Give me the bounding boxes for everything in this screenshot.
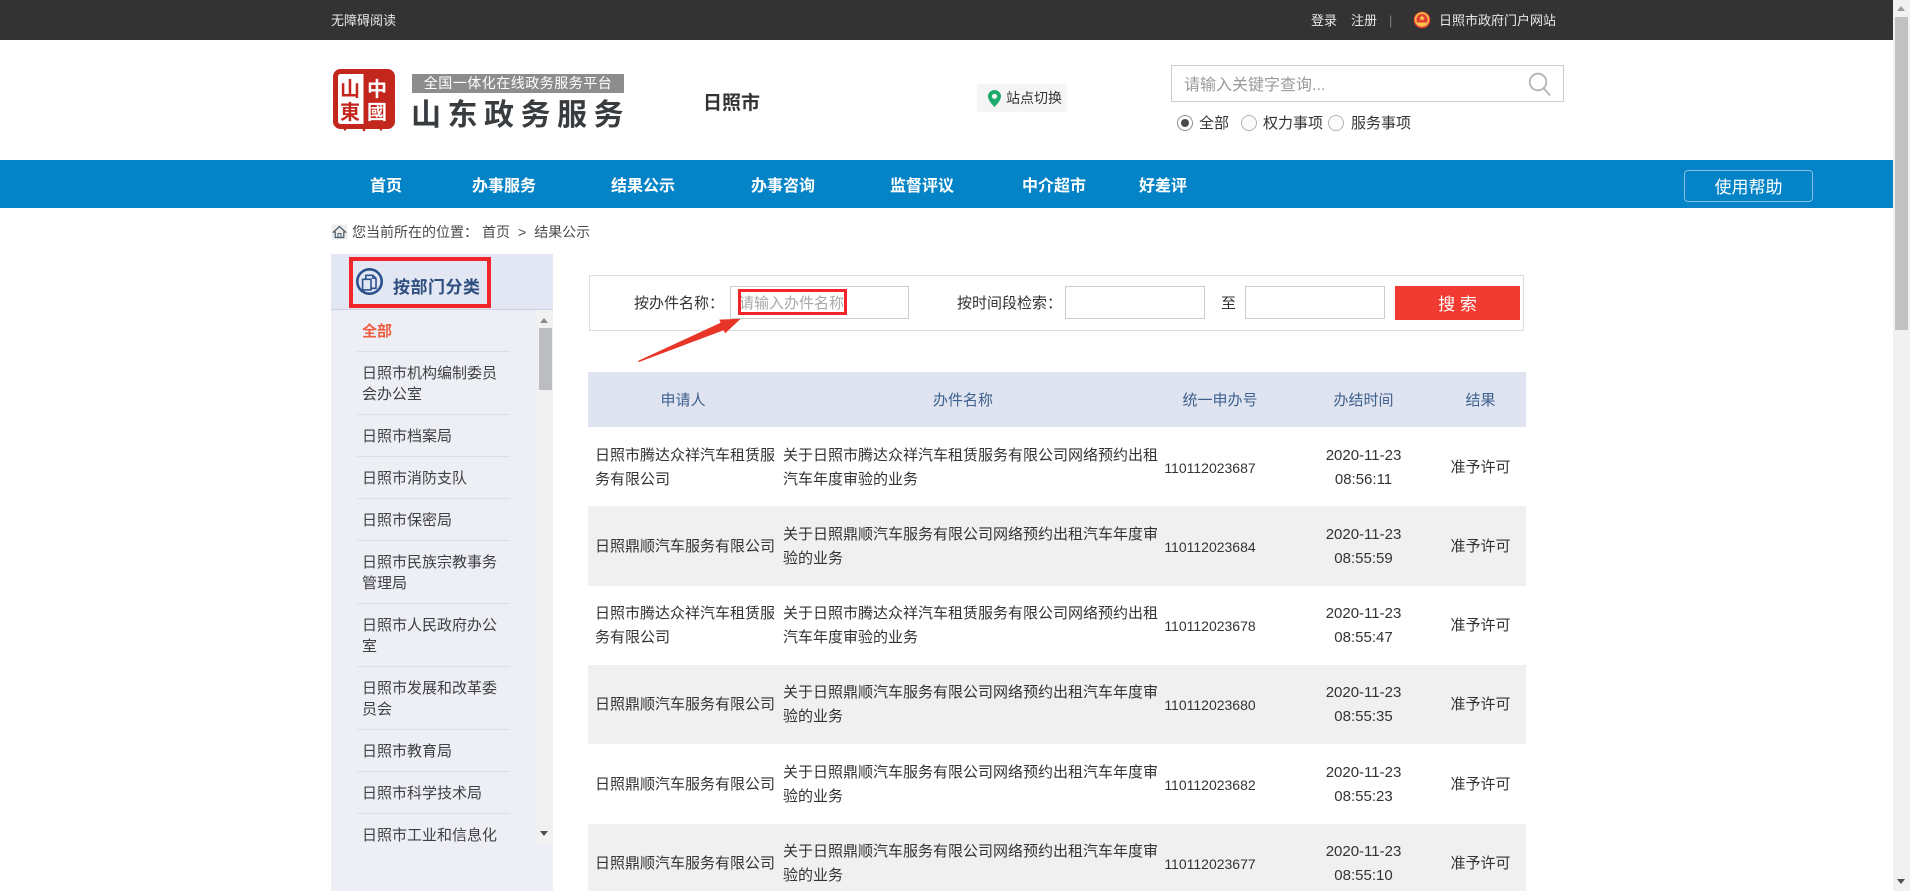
svg-text:東: 東 [340, 96, 360, 125]
svg-text:國: 國 [367, 96, 387, 125]
